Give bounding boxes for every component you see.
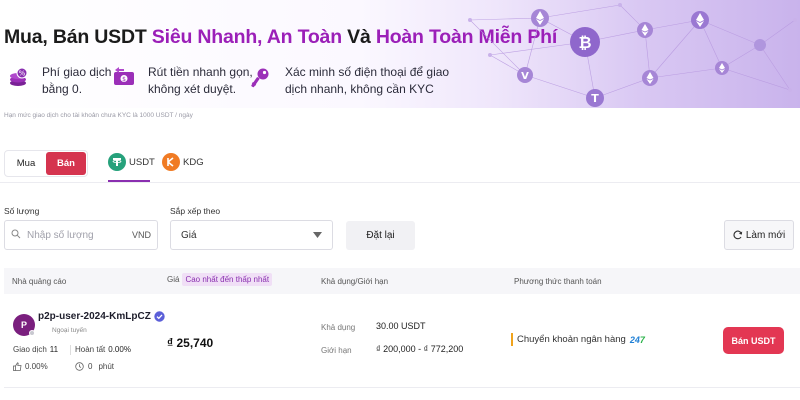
v-node: V (517, 67, 533, 83)
payment-method-marker (511, 333, 513, 346)
limit-label: Giới hạn (321, 346, 352, 355)
chevron-down-icon (313, 230, 322, 241)
feature-zero-fee: % Phí giao dịch bằng 0. (4, 64, 111, 97)
reset-button[interactable]: Đặt lại (346, 221, 415, 250)
refresh-label: Làm mới (745, 229, 786, 241)
header-payment: Phương thức thanh toán (514, 277, 602, 286)
available-label: Khả dụng (321, 323, 356, 332)
refresh-icon (733, 230, 743, 240)
tether-node: T (586, 89, 604, 107)
table-row: P p2p-user-2024-KmLpCZ Ngoại tuyến Giao … (4, 296, 800, 388)
coin-tab-label: KDG (183, 156, 204, 168)
svg-text:%: % (19, 70, 26, 78)
coins-icon: % (4, 64, 32, 92)
like-rate: 0.00% (13, 362, 48, 371)
coin-tab-label: USDT (129, 156, 155, 168)
feature-fast-withdraw: $ Rút tiền nhanh gọn, không xét duyệt. (110, 64, 253, 97)
ethereum-node-5 (715, 61, 729, 75)
header-advertiser: Nhà quảng cáo (12, 277, 67, 286)
refresh-button[interactable]: Làm mới (724, 220, 794, 250)
offline-status-dot (29, 330, 35, 336)
sort-select[interactable]: Giá (170, 220, 333, 250)
clock-icon (75, 362, 84, 371)
crypto-network-illustration: ₿ T V (468, 3, 797, 107)
buy-sell-toggle: Mua Bán (4, 150, 88, 177)
limit-value: ₫ 200,000 - ₫ 772,200 (376, 344, 464, 354)
amount-label: Số lượng (4, 206, 40, 216)
sort-label: Sắp xếp theo (170, 206, 221, 216)
sort-value: Giá (181, 229, 197, 241)
avg-release-time: 0 phút (75, 362, 114, 371)
svg-text:T: T (591, 92, 599, 105)
verified-badge-icon (154, 311, 165, 322)
amount-input[interactable]: Nhập số lượng VND (4, 220, 158, 250)
search-icon (11, 226, 21, 244)
sell-tab[interactable]: Bán (46, 152, 86, 175)
coin-tab-kdg[interactable]: KDG (162, 150, 204, 174)
ethereum-node-6 (754, 39, 766, 51)
stat-divider (70, 345, 71, 355)
tether-icon (108, 153, 126, 171)
ad-price: ₫ 25,740 (167, 336, 214, 350)
thumbs-up-icon (13, 362, 22, 371)
ethereum-node-4 (642, 70, 658, 86)
kdg-icon (162, 153, 180, 171)
divider (0, 182, 800, 183)
ethereum-node-2 (637, 22, 653, 38)
ethereum-node-3 (691, 11, 709, 29)
bitcoin-node: ₿ (570, 27, 600, 57)
available-value: 30.00 USDT (376, 321, 426, 331)
amount-placeholder: Nhập số lượng (27, 229, 94, 241)
amount-unit: VND (131, 230, 151, 240)
buy-tab[interactable]: Mua (6, 152, 46, 175)
key-icon (247, 64, 275, 92)
row-divider (4, 387, 800, 388)
advertiser-status: Ngoại tuyến (52, 327, 87, 334)
feature-phone-verify: Xác minh số điện thoại để giao dịch nhan… (247, 64, 449, 97)
ethereum-node (531, 9, 549, 27)
coin-tab-usdt[interactable]: USDT (108, 150, 155, 174)
trade-count: Giao dịch 11 (13, 345, 59, 354)
svg-text:$: $ (122, 76, 126, 83)
completion-rate: Hoàn tất 0.00% (75, 345, 131, 354)
payment-method: Chuyển khoản ngân hàng 247 (511, 333, 645, 346)
advertiser-name[interactable]: p2p-user-2024-KmLpCZ (38, 311, 165, 322)
table-header: Nhà quảng cáo Giá Cao nhất đến thấp nhất … (4, 268, 800, 294)
kyc-limit-disclaimer: Hạn mức giao dịch cho tài khoản chưa KYC… (4, 112, 193, 119)
hero-banner: Mua, Bán USDT Siêu Nhanh, An Toàn Và Hoà… (0, 0, 800, 108)
sell-usdt-button[interactable]: Bán USDT (723, 327, 784, 354)
svg-text:₿: ₿ (578, 33, 591, 52)
napas-247-logo: 247 (629, 334, 645, 345)
svg-text:V: V (521, 71, 529, 82)
header-price: Giá Cao nhất đến thấp nhất (167, 273, 273, 286)
cash-withdraw-icon: $ (110, 64, 138, 92)
price-sort-order[interactable]: Cao nhất đến thấp nhất (182, 273, 273, 286)
header-available: Khả dụng/Giới hạn (321, 277, 389, 286)
